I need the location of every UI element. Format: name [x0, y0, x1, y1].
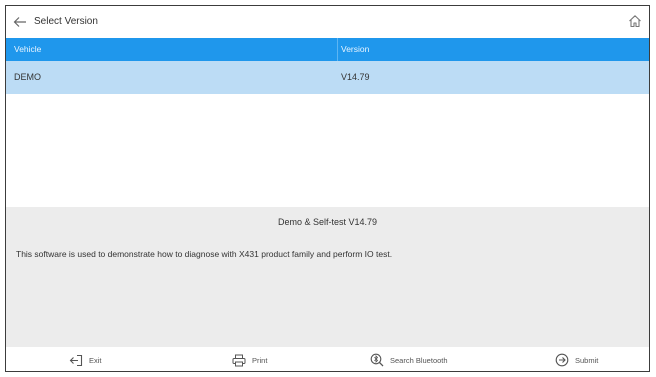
cell-version: V14.79: [341, 72, 370, 82]
column-header-vehicle: Vehicle: [14, 44, 42, 54]
table-row[interactable]: DEMO V14.79: [6, 61, 649, 94]
home-icon: [629, 15, 641, 28]
home-button[interactable]: [625, 11, 645, 31]
exit-button[interactable]: Exit: [69, 347, 102, 371]
exit-icon: [69, 354, 83, 366]
submit-label: Submit: [575, 355, 599, 365]
bottom-toolbar: Exit Print Search Bluetooth Submit: [6, 347, 649, 371]
search-bluetooth-button[interactable]: Search Bluetooth: [370, 347, 448, 371]
table-empty-area: [6, 94, 649, 207]
column-divider: [337, 38, 338, 61]
print-button[interactable]: Print: [232, 347, 268, 371]
top-bar: Select Version: [6, 6, 649, 38]
submit-arrow-icon: [555, 353, 569, 367]
info-title: Demo & Self-test V14.79: [277, 217, 378, 227]
column-header-version: Version: [341, 44, 370, 54]
cell-vehicle: DEMO: [14, 72, 41, 82]
page-title: Select Version: [34, 16, 98, 27]
search-bluetooth-label: Search Bluetooth: [390, 355, 448, 365]
back-arrow-icon: [13, 17, 26, 27]
info-description: This software is used to demonstrate how…: [16, 249, 393, 259]
printer-icon: [232, 354, 246, 366]
print-label: Print: [252, 355, 268, 365]
table-header: Vehicle Version: [6, 38, 649, 61]
submit-button[interactable]: Submit: [555, 347, 599, 371]
bluetooth-search-icon: [370, 353, 384, 367]
exit-label: Exit: [89, 355, 102, 365]
app-window: Select Version Vehicle Version DEMO V14.…: [5, 5, 650, 372]
back-button[interactable]: [10, 12, 30, 32]
info-panel: Demo & Self-test V14.79 This software is…: [6, 207, 649, 347]
